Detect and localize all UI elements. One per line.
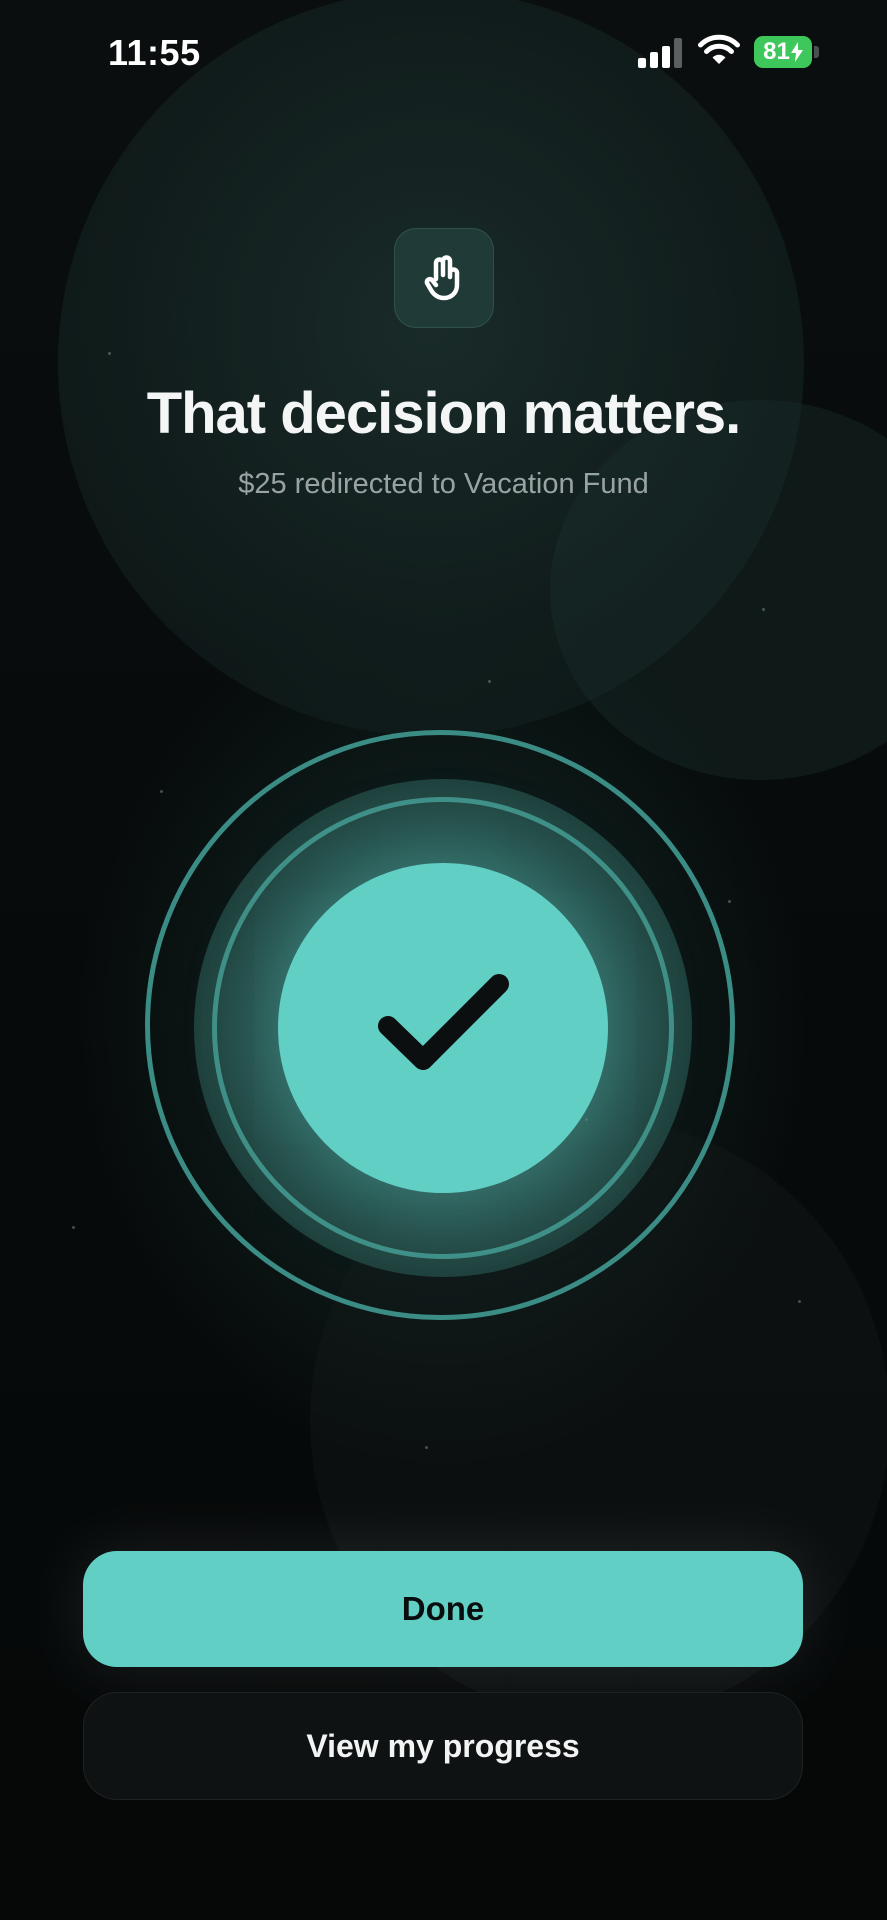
battery-cap [814, 46, 819, 58]
background-speck [72, 1226, 75, 1229]
battery-indicator: 81 [754, 36, 819, 68]
background-speck [798, 1300, 801, 1303]
done-button[interactable]: Done [83, 1551, 803, 1667]
page-title: That decision matters. [146, 381, 742, 446]
raised-hand-badge [394, 228, 494, 328]
cellular-signal-icon [638, 38, 682, 68]
raised-hand-icon [424, 255, 460, 301]
screen: 11:55 81 That decision matters. $25 redi… [0, 0, 887, 1920]
background-speck [108, 352, 111, 355]
background-speck [160, 790, 163, 793]
checkmark-icon [378, 974, 509, 1070]
success-circle [278, 863, 608, 1193]
background-bubble [58, 0, 804, 736]
battery-percentage: 81 [763, 38, 790, 65]
background-speck [762, 608, 765, 611]
background-speck [488, 680, 491, 683]
battery-level: 81 [754, 36, 812, 68]
background-bubble [550, 400, 887, 780]
page-subtitle: $25 redirected to Vacation Fund [238, 468, 649, 500]
background-speck [425, 1446, 428, 1449]
status-time: 11:55 [108, 32, 201, 73]
view-progress-button[interactable]: View my progress [83, 1692, 803, 1800]
charging-bolt-icon [790, 42, 803, 62]
wifi-icon [698, 34, 740, 64]
background-speck [728, 900, 731, 903]
status-bar: 11:55 81 [0, 0, 887, 100]
